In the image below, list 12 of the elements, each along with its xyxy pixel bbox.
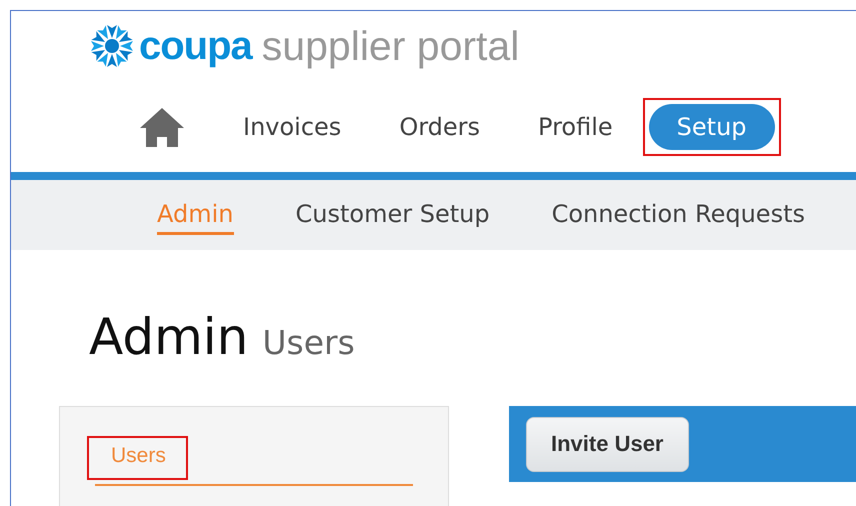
subnav-tab[interactable]: Customer Setup [296, 196, 490, 234]
page-title: Admin [89, 308, 248, 366]
nav-tab[interactable]: Orders [389, 104, 490, 148]
subnav-tab[interactable]: Connection Requests [552, 196, 805, 234]
page-subtitle: Users [262, 323, 355, 362]
logo-product-text: supplier portal [262, 22, 520, 70]
invite-user-button[interactable]: Invite User [526, 416, 688, 472]
home-icon[interactable] [139, 106, 185, 148]
nav-tab[interactable]: Invoices [233, 104, 352, 148]
nav-tab[interactable]: Setup [648, 104, 775, 150]
logo-brand-text: coupa [139, 24, 252, 68]
nav-tab[interactable]: Profile [528, 104, 623, 148]
